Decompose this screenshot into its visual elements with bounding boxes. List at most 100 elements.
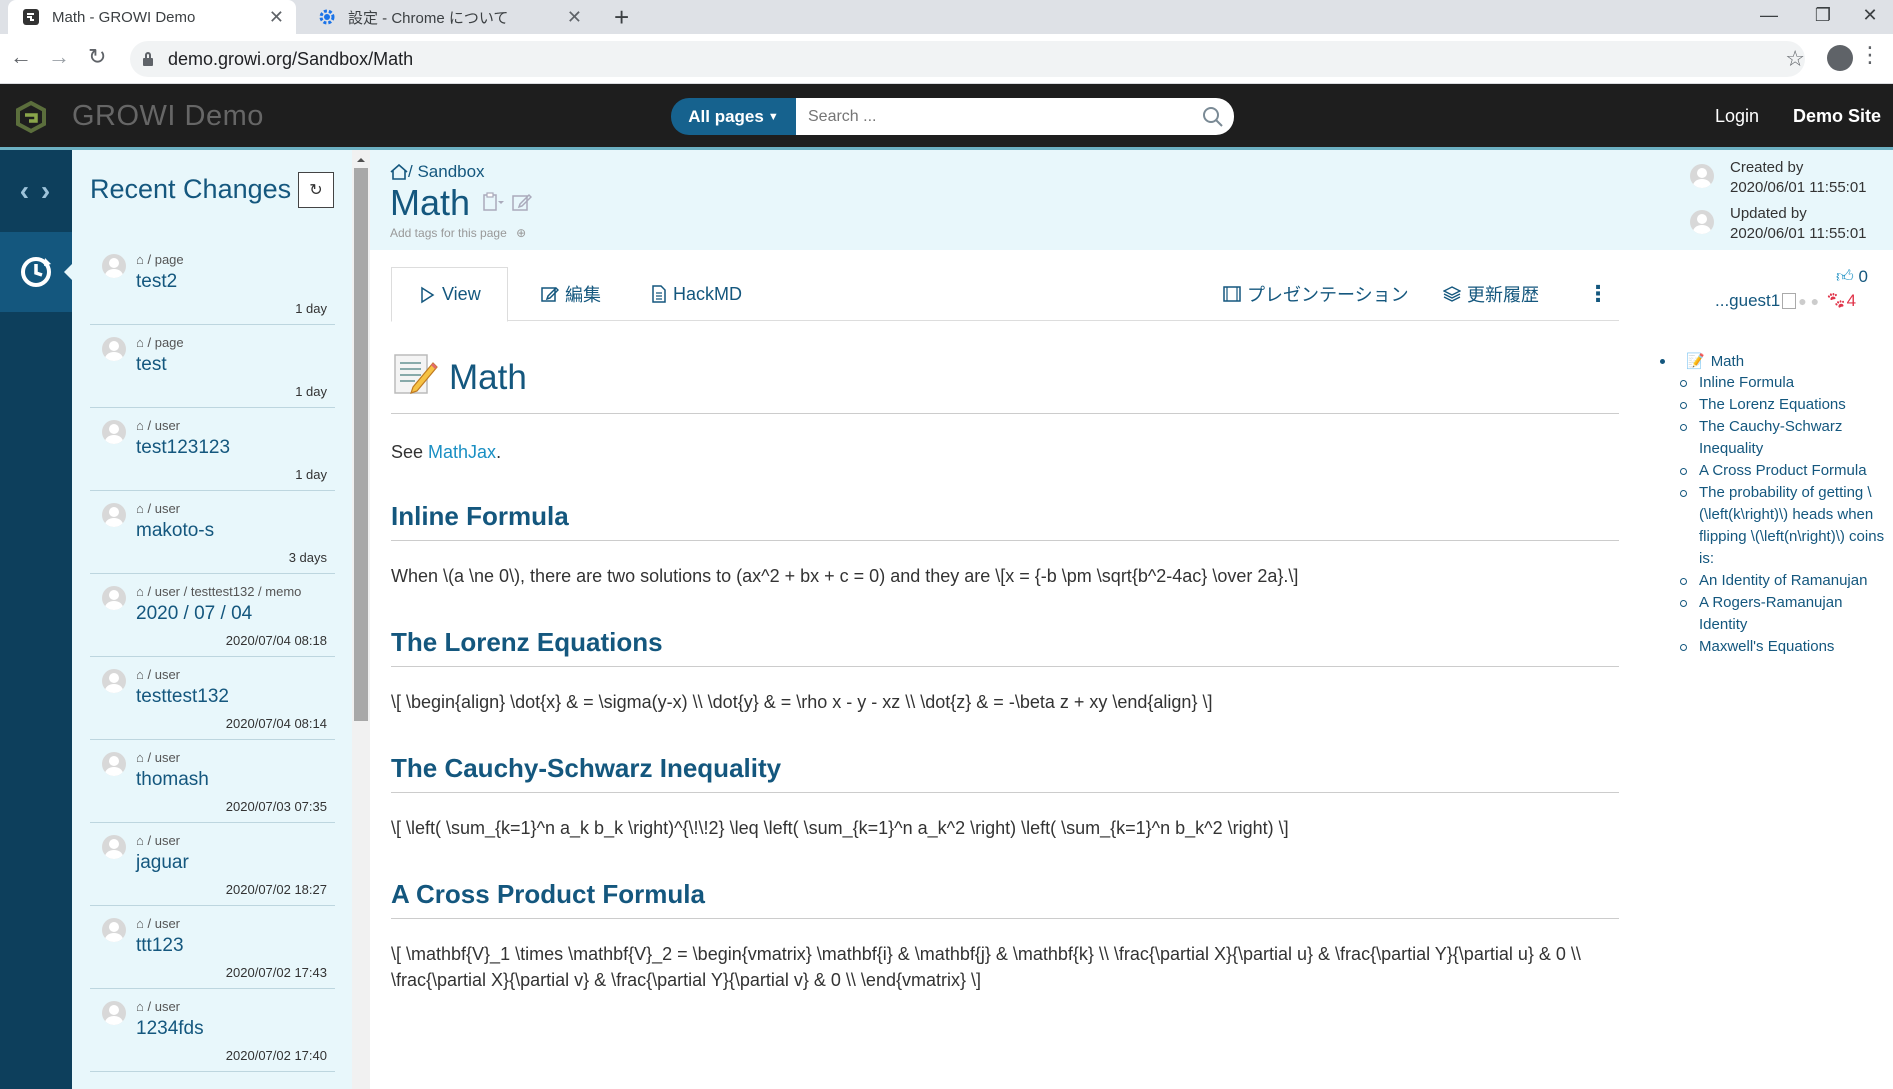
add-tags-link[interactable]: Add tags for this page ⊕: [390, 226, 526, 240]
layers-icon: [1443, 286, 1461, 302]
recent-item-path: ⌂ / user: [136, 667, 180, 682]
content-heading: Math: [391, 350, 1619, 414]
reload-icon[interactable]: ↻: [88, 44, 106, 70]
history-label: 更新履歴: [1467, 285, 1539, 305]
recent-item[interactable]: ⌂ / user test123123 1 day: [90, 408, 335, 491]
history-button[interactable]: 更新履歴: [1443, 267, 1539, 321]
breadcrumb-sandbox[interactable]: / Sandbox: [408, 162, 485, 182]
recent-item-title[interactable]: makoto-s: [136, 520, 214, 542]
recent-item-path: ⌂ / user / testtest132 / memo: [136, 584, 302, 599]
toc-root[interactable]: 📝 Math: [1660, 350, 1890, 372]
toc-item[interactable]: A Cross Product Formula: [1680, 460, 1890, 482]
home-icon[interactable]: [390, 164, 408, 180]
profile-avatar-icon[interactable]: [1827, 45, 1853, 71]
toc-item[interactable]: Maxwell's Equations: [1680, 636, 1890, 658]
minimize-icon[interactable]: —: [1746, 0, 1792, 30]
recent-item[interactable]: ⌂ / user thomash 2020/07/03 07:35: [90, 740, 335, 823]
toc-root-label: Math: [1710, 352, 1745, 370]
scrollbar-thumb[interactable]: [354, 168, 368, 721]
search-icon[interactable]: [1202, 106, 1224, 128]
recent-item-title[interactable]: jaguar: [136, 852, 189, 874]
recent-item-title[interactable]: 1234fds: [136, 1018, 204, 1040]
toc-item[interactable]: The Lorenz Equations: [1680, 394, 1890, 416]
forward-arrow-icon[interactable]: →: [48, 44, 70, 70]
created-info: Created by 2020/06/01 11:55:01: [1730, 158, 1867, 198]
toc-item[interactable]: The probability of getting \(\left(k\rig…: [1680, 482, 1890, 570]
edit-pencil-icon[interactable]: [512, 192, 532, 212]
recent-item-title[interactable]: 2020 / 07 / 04: [136, 603, 252, 625]
recent-item-title[interactable]: test2: [136, 271, 177, 293]
browser-tab-settings[interactable]: 設定 - Chrome について ✕: [304, 0, 594, 34]
toc-item[interactable]: A Rogers-Ramanujan Identity: [1680, 592, 1890, 636]
tab-view[interactable]: View: [391, 267, 508, 322]
page-content: Math See MathJax. Inline Formula When \(…: [391, 350, 1619, 993]
section-body: \[ \mathbf{V}_1 \times \mathbf{V}_2 = \b…: [391, 944, 1581, 990]
presentation-button[interactable]: プレゼンテーション: [1223, 267, 1409, 321]
maximize-icon[interactable]: ❐: [1800, 0, 1846, 30]
section-heading: A Cross Product Formula: [391, 879, 1619, 919]
copy-clipboard-icon[interactable]: [482, 192, 504, 212]
new-tab-icon[interactable]: +: [614, 2, 629, 33]
close-tab-icon[interactable]: ✕: [269, 7, 284, 28]
brand-name[interactable]: GROWI Demo: [72, 100, 264, 133]
recent-item-title[interactable]: test123123: [136, 437, 230, 459]
recent-item-time: 2020/07/02 17:43: [225, 965, 327, 980]
recent-item-time: 2020/07/02 18:27: [225, 882, 327, 897]
recent-item-time: 2020/07/04 08:18: [225, 633, 327, 648]
panel-scrollbar[interactable]: [352, 150, 370, 1089]
breadcrumb[interactable]: / Sandbox: [390, 162, 485, 182]
recent-item[interactable]: ⌂ / user / testtest132 / memo 2020 / 07 …: [90, 574, 335, 657]
recent-item-path: ⌂ / user: [136, 999, 180, 1014]
close-tab-icon[interactable]: ✕: [567, 7, 582, 28]
recent-item[interactable]: ⌂ / user jaguar 2020/07/02 18:27: [90, 823, 335, 906]
url-text: demo.growi.org/Sandbox/Math: [168, 48, 414, 69]
demo-site-link[interactable]: Demo Site: [1793, 106, 1881, 127]
more-menu-icon[interactable]: ⋮: [1587, 267, 1609, 321]
thumbs-up-icon: 👍︎: [1836, 267, 1854, 286]
avatar: [1690, 210, 1714, 234]
recent-item[interactable]: ⌂ / page test2 1 day: [90, 242, 335, 325]
recent-item-path: ⌂ / page: [136, 335, 184, 350]
section-body: \[ \begin{align} \dot{x} & = \sigma(y-x)…: [391, 692, 1213, 712]
search-input[interactable]: [796, 98, 1234, 135]
recent-changes-title: Recent Changes: [90, 174, 292, 204]
recent-item-title[interactable]: testtest132: [136, 686, 229, 708]
toc-item[interactable]: Inline Formula: [1680, 372, 1890, 394]
like-button[interactable]: 👍︎ 0: [1836, 266, 1868, 287]
mathjax-link[interactable]: MathJax: [428, 442, 496, 462]
search-scope-dropdown[interactable]: All pages ▼: [671, 98, 796, 135]
recent-item-title[interactable]: ttt123: [136, 935, 184, 957]
bookmark-star-icon[interactable]: ☆: [1785, 46, 1805, 72]
tab-hackmd[interactable]: HackMD: [651, 267, 742, 321]
login-link[interactable]: Login: [1715, 106, 1759, 127]
section-body: \[ \left( \sum_{k=1}^n a_k b_k \right)^{…: [391, 818, 1289, 838]
recent-changes-nav-icon[interactable]: [0, 232, 73, 312]
recent-item[interactable]: ⌂ / user testtest132 2020/07/04 08:14: [90, 657, 335, 740]
url-field[interactable]: demo.growi.org/Sandbox/Math: [130, 41, 1805, 77]
scroll-up-icon[interactable]: [357, 154, 365, 162]
plus-circle-icon[interactable]: ⊕: [516, 226, 526, 240]
toc-item[interactable]: The Cauchy-Schwarz Inequality: [1680, 416, 1890, 460]
window-close-icon[interactable]: ✕: [1847, 0, 1893, 30]
home-icon: ⌂: [136, 667, 144, 682]
growi-logo-icon[interactable]: [14, 100, 48, 134]
recent-item-time: 2020/07/03 07:35: [225, 799, 327, 814]
recent-item[interactable]: ⌂ / user ttt123 2020/07/02 17:43: [90, 906, 335, 989]
back-arrow-icon[interactable]: ←: [10, 44, 32, 70]
broken-image-icon: [1782, 293, 1797, 309]
seen-users[interactable]: ...guest1 ● ● 🐾︎ 4: [1715, 291, 1856, 311]
presentation-icon: [1223, 286, 1241, 302]
chrome-menu-icon[interactable]: ⋮: [1859, 42, 1881, 68]
refresh-button[interactable]: ↻: [298, 172, 334, 208]
see-paragraph: See MathJax.: [391, 442, 502, 462]
recent-item[interactable]: ⌂ / page test 1 day: [90, 325, 335, 408]
recent-item[interactable]: ⌂ / user makoto-s 3 days: [90, 491, 335, 574]
seen-avatars: ● ●: [1798, 293, 1820, 309]
recent-item-title[interactable]: test: [136, 354, 167, 376]
recent-item[interactable]: ⌂ / user 1234fds 2020/07/02 17:40: [90, 989, 335, 1072]
tab-edit[interactable]: 編集: [541, 267, 601, 321]
recent-item-title[interactable]: thomash: [136, 769, 209, 791]
browser-tab-growi[interactable]: Math - GROWI Demo ✕: [8, 0, 296, 34]
sidebar-toggle-code-icon[interactable]: ‹ ›: [0, 150, 72, 232]
toc-item[interactable]: An Identity of Ramanujan: [1680, 570, 1890, 592]
